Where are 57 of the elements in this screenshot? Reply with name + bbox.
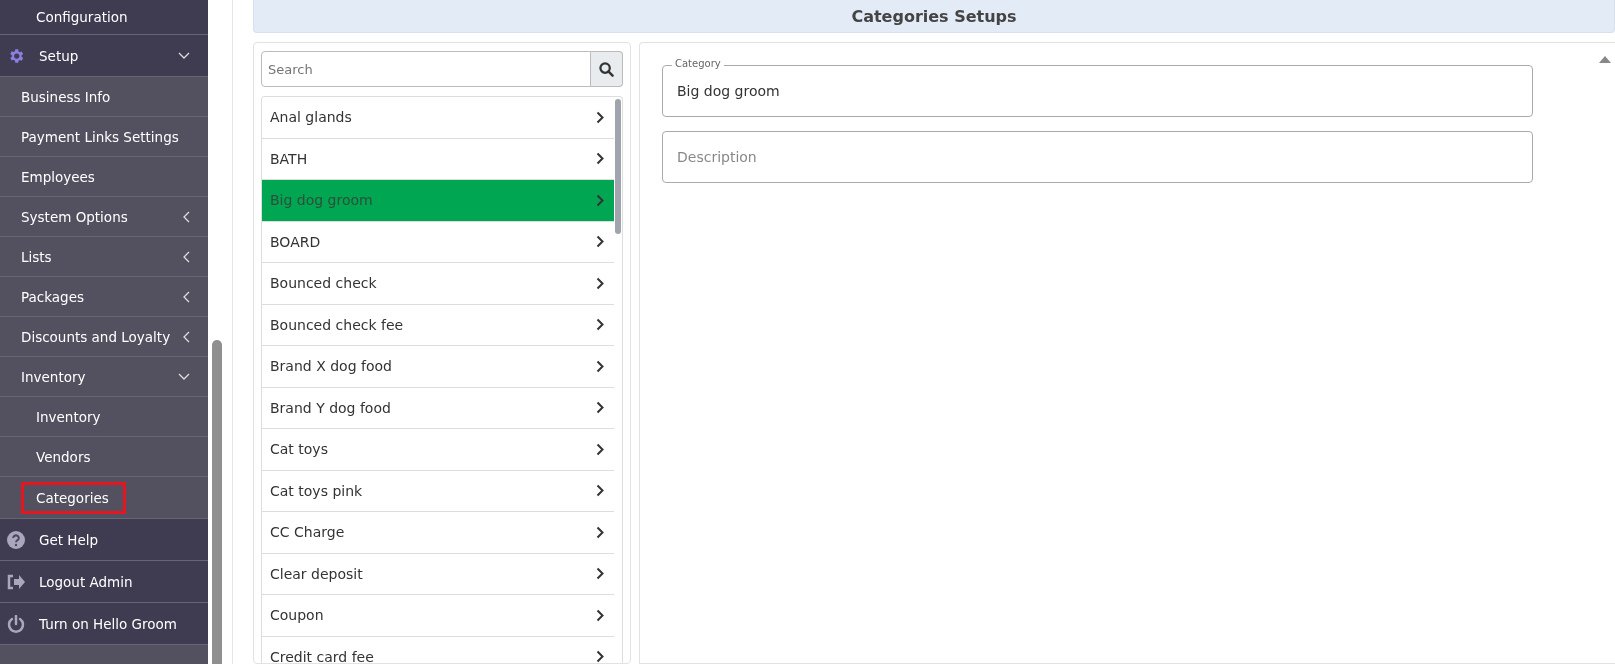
category-label: Cat toys bbox=[270, 441, 328, 458]
category-label: Brand Y dog food bbox=[270, 399, 391, 416]
chevron-right-icon bbox=[596, 608, 604, 622]
scrollbar-thumb[interactable] bbox=[615, 99, 621, 234]
category-label: Cat toys pink bbox=[270, 482, 363, 499]
sidebar-label: Vendors bbox=[36, 448, 91, 465]
power-icon bbox=[7, 614, 25, 633]
category-label: BATH bbox=[270, 150, 308, 167]
category-label: Coupon bbox=[270, 607, 324, 624]
sidebar-item[interactable]: Logout Admin bbox=[0, 561, 208, 603]
search-field[interactable]: Search bbox=[261, 51, 591, 87]
sidebar-label: Inventory bbox=[21, 368, 86, 385]
chevron-right-icon bbox=[596, 193, 604, 207]
sidebar-label: Lists bbox=[21, 248, 52, 265]
sidebar-label: Categories bbox=[21, 481, 126, 514]
chevron-right-icon bbox=[596, 650, 604, 663]
chevron-right-icon bbox=[596, 110, 604, 124]
sidebar-label: Setup bbox=[39, 47, 79, 64]
page-title: Categories Setups bbox=[851, 6, 1017, 26]
chevron-right-icon bbox=[596, 235, 604, 249]
category-label: Credit card fee bbox=[270, 648, 374, 663]
category-item[interactable]: Anal glands bbox=[262, 97, 614, 139]
chevron-right-icon bbox=[596, 525, 604, 539]
logout-icon bbox=[7, 573, 25, 590]
category-label: CC Charge bbox=[270, 524, 345, 541]
scrollbar-thumb[interactable] bbox=[212, 340, 222, 664]
sidebar-label: Inventory bbox=[36, 408, 101, 425]
sidebar-item[interactable]: Configuration bbox=[0, 0, 208, 35]
description-field[interactable]: Description bbox=[662, 131, 1533, 183]
sidebar-item[interactable]: Setup bbox=[0, 35, 208, 77]
chevron-right-icon bbox=[596, 567, 604, 581]
sidebar-item[interactable]: Turn on Hello Groom bbox=[0, 603, 208, 645]
chevron-right-icon bbox=[596, 442, 604, 456]
category-label: Big dog groom bbox=[270, 192, 373, 209]
search-button[interactable] bbox=[591, 51, 623, 87]
category-label: Bounced check bbox=[270, 275, 377, 292]
sidebar-label: Turn on Hello Groom bbox=[39, 615, 177, 632]
chevron-right-icon bbox=[596, 276, 604, 290]
scroll-up-icon[interactable] bbox=[1599, 55, 1611, 63]
category-label: Clear deposit bbox=[270, 565, 363, 582]
sidebar-label: System Options bbox=[21, 208, 128, 225]
sidebar-label: Get Help bbox=[39, 531, 99, 548]
chevron-right-icon bbox=[596, 484, 604, 498]
category-label: Brand X dog food bbox=[270, 358, 392, 375]
sidebar-item[interactable]: Get Help bbox=[0, 519, 208, 561]
chevron-right-icon bbox=[596, 152, 604, 166]
sidebar-label: Packages bbox=[21, 288, 84, 305]
chevron-right-icon bbox=[596, 401, 604, 415]
sidebar-label: Discounts and Loyalty bbox=[21, 328, 171, 345]
chevron-right-icon bbox=[596, 318, 604, 332]
search-icon bbox=[599, 61, 614, 77]
category-label: Anal glands bbox=[270, 109, 352, 126]
category-label: Bounced check fee bbox=[270, 316, 404, 333]
sidebar-label: Logout Admin bbox=[39, 573, 133, 590]
chevron-right-icon bbox=[596, 359, 604, 373]
category-label: BOARD bbox=[270, 233, 321, 250]
help-icon bbox=[7, 530, 25, 549]
